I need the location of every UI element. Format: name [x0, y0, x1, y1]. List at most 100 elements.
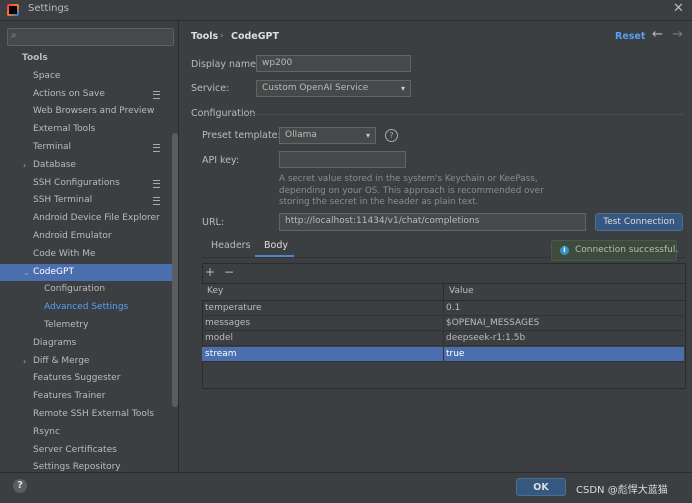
sidebar-item-label: Android Emulator	[33, 231, 112, 241]
info-icon: i	[560, 246, 569, 255]
app-logo-icon	[7, 4, 19, 16]
sidebar-item-diagrams[interactable]: Diagrams	[0, 335, 172, 352]
project-settings-icon	[153, 144, 160, 152]
sidebar-item-label: Android Device File Explorer	[33, 213, 160, 223]
sidebar-item-label: SSH Terminal	[33, 195, 93, 205]
row-value[interactable]: true	[446, 347, 464, 361]
row-value[interactable]: deepseek-r1:1.5b	[446, 331, 525, 345]
sidebar-item-features-suggester[interactable]: Features Suggester	[0, 370, 172, 387]
sidebar-item-space[interactable]: Space	[0, 68, 172, 85]
sidebar-item-rsync[interactable]: Rsync	[0, 424, 172, 441]
sidebar-item-label: Remote SSH External Tools	[33, 409, 155, 419]
sidebar-item-label: Web Browsers and Preview	[33, 106, 155, 116]
connection-notification: i Connection successful.	[551, 240, 678, 261]
breadcrumb-tools[interactable]: Tools	[191, 31, 218, 42]
sidebar-item-ssh-terminal[interactable]: SSH Terminal	[0, 192, 172, 209]
service-value: Custom OpenAI Service	[262, 83, 369, 93]
table-row[interactable]: messages $OPENAI_MESSAGES	[202, 316, 684, 331]
sidebar-item-code-with-me[interactable]: Code With Me	[0, 246, 172, 263]
row-value[interactable]: $OPENAI_MESSAGES	[446, 316, 539, 330]
window-title: Settings	[28, 3, 70, 14]
sidebar-item-label: Advanced Settings	[44, 302, 129, 312]
url-field[interactable]: http://localhost:11434/v1/chat/completio…	[279, 213, 586, 231]
project-settings-icon	[153, 91, 160, 99]
sidebar-item-label: External Tools	[33, 124, 96, 134]
tab-body[interactable]: Body	[264, 240, 288, 251]
forward-arrow-icon[interactable]: →	[672, 27, 683, 42]
test-connection-button[interactable]: Test Connection	[595, 213, 683, 231]
row-key[interactable]: stream	[205, 347, 237, 361]
service-label: Service:	[191, 83, 230, 94]
preset-template-select[interactable]: Ollama ▾	[279, 127, 376, 144]
chevron-right-icon[interactable]: ›	[23, 353, 26, 370]
api-key-field[interactable]	[279, 151, 406, 168]
chevron-down-icon: ▾	[365, 131, 370, 140]
sidebar-item-ssh-configurations[interactable]: SSH Configurations	[0, 175, 172, 192]
project-settings-icon	[153, 180, 160, 188]
sidebar-item-android-emulator[interactable]: Android Emulator	[0, 228, 172, 245]
preset-template-value: Ollama	[285, 130, 317, 140]
sidebar-item-advanced-settings[interactable]: Advanced Settings	[0, 299, 172, 316]
breadcrumb-separator-icon: ›	[220, 31, 224, 41]
configuration-title: Configuration	[191, 108, 256, 119]
column-value[interactable]: Value	[449, 286, 474, 296]
sidebar-item-database[interactable]: › Database	[0, 157, 172, 174]
sidebar-scrollbar[interactable]	[172, 133, 178, 407]
api-key-hint: A secret value stored in the system's Ke…	[279, 174, 544, 207]
display-name-field[interactable]: wp200	[256, 55, 411, 72]
sidebar-item-configuration[interactable]: Configuration	[0, 281, 172, 298]
sidebar-item-label: Telemetry	[44, 320, 89, 330]
search-icon: ⌕	[11, 30, 17, 41]
sidebar-item-label: Features Trainer	[33, 391, 106, 401]
search-input[interactable]: ⌕	[7, 28, 174, 46]
sidebar-item-label: Actions on Save	[33, 89, 105, 99]
help-icon[interactable]: ?	[385, 129, 398, 142]
tab-headers[interactable]: Headers	[211, 240, 251, 251]
close-icon[interactable]: ✕	[673, 1, 684, 16]
chevron-right-icon[interactable]: ›	[23, 157, 26, 174]
sidebar-item-tools[interactable]: Tools	[0, 50, 172, 67]
sidebar-item-web-browsers-and-preview[interactable]: Web Browsers and Preview	[0, 103, 172, 120]
sidebar-item-server-certificates[interactable]: Server Certificates	[0, 442, 172, 459]
sidebar-item-label: Configuration	[44, 284, 106, 294]
row-key[interactable]: model	[205, 331, 233, 345]
table-row[interactable]: model deepseek-r1:1.5b	[202, 331, 684, 346]
project-settings-icon	[153, 197, 160, 205]
sidebar-item-diff-merge[interactable]: › Diff & Merge	[0, 353, 172, 370]
sidebar-item-label: Diff & Merge	[33, 356, 90, 366]
sidebar-item-label: Database	[33, 160, 76, 170]
section-divider	[250, 114, 684, 115]
sidebar-item-terminal[interactable]: Terminal	[0, 139, 172, 156]
row-key[interactable]: temperature	[205, 301, 262, 315]
back-arrow-icon[interactable]: ←	[652, 27, 663, 42]
ok-button[interactable]: OK	[516, 478, 566, 496]
reset-button[interactable]: Reset	[615, 31, 645, 42]
preset-template-label: Preset template:	[202, 130, 281, 141]
remove-icon[interactable]: −	[224, 265, 234, 279]
sidebar-item-actions-on-save[interactable]: Actions on Save	[0, 86, 172, 103]
sidebar-item-android-device-file-explorer[interactable]: Android Device File Explorer	[0, 210, 172, 227]
row-value[interactable]: 0.1	[446, 301, 460, 315]
service-select[interactable]: Custom OpenAI Service ▾	[256, 80, 411, 97]
sidebar-item-label: SSH Configurations	[33, 178, 120, 188]
sidebar-item-label: Server Certificates	[33, 445, 117, 455]
column-key[interactable]: Key	[207, 286, 223, 296]
sidebar-item-remote-ssh-external-tools[interactable]: Remote SSH External Tools	[0, 406, 172, 423]
sidebar-item-external-tools[interactable]: External Tools	[0, 121, 172, 138]
sidebar-item-label: Tools	[22, 53, 48, 63]
table-row[interactable]: stream true	[202, 347, 684, 362]
chevron-down-icon[interactable]: ⌄	[23, 264, 30, 281]
row-key[interactable]: messages	[205, 316, 250, 330]
help-button[interactable]: ?	[13, 479, 27, 493]
sidebar-item-codegpt[interactable]: ⌄ CodeGPT	[0, 264, 172, 281]
sidebar-item-telemetry[interactable]: Telemetry	[0, 317, 172, 334]
add-icon[interactable]: +	[205, 265, 215, 279]
sidebar-item-features-trainer[interactable]: Features Trainer	[0, 388, 172, 405]
chevron-down-icon: ▾	[400, 84, 405, 93]
table-row[interactable]: temperature 0.1	[202, 301, 684, 316]
sidebar-item-label: Rsync	[33, 427, 60, 437]
cell-divider	[443, 316, 444, 330]
title-bar: Settings ✕	[0, 0, 692, 21]
sidebar-item-label: Space	[33, 71, 61, 81]
url-label: URL:	[202, 217, 225, 228]
